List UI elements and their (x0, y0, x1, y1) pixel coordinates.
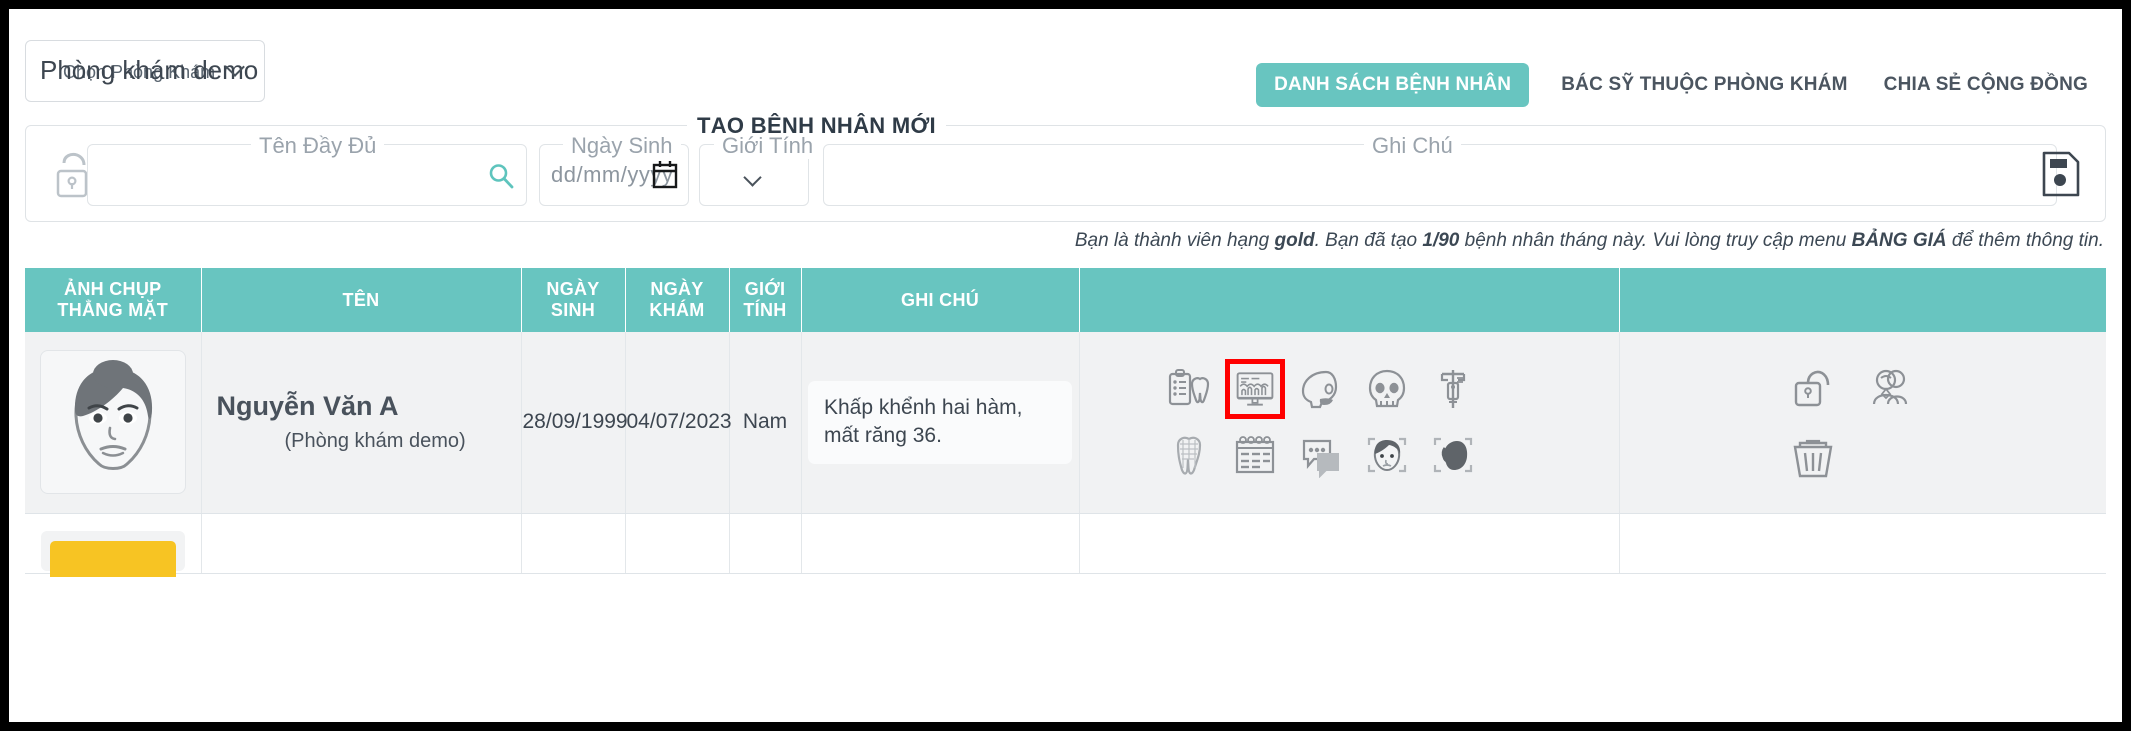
cell-note (801, 513, 1080, 574)
patient-list-app: Chọn Phòng Khám Phòng khám demo DANH SÁC… (9, 9, 2122, 722)
main-nav: DANH SÁCH BỆNH NHÂN BÁC SỸ THUỘC PHÒNG K… (1256, 63, 2106, 107)
note-field[interactable]: Ghi Chú (823, 133, 2057, 206)
unlock-icon[interactable] (1783, 357, 1843, 417)
chevron-down-icon (228, 59, 246, 77)
patient-note: Khấp khểnh hai hàm, mất răng 36. (808, 380, 1072, 464)
quota-menu-link[interactable]: BẢNG GIÁ (1852, 230, 1947, 251)
cell-exam-date: 04/07/2023 (625, 332, 732, 514)
col-header-name: TÊN (201, 268, 522, 332)
cell-name (201, 513, 522, 574)
cell-gender (729, 513, 802, 574)
col-header-photo: ẢNH CHỤP THẲNG MẶT (25, 268, 202, 332)
col-header-exam-date: NGÀY KHÁM (625, 268, 730, 332)
quota-note: Bạn là thành viên hạng gold. Bạn đã tạo … (1075, 230, 2104, 252)
patient-table: ẢNH CHỤP THẲNG MẶT TÊN NGÀY SINH NGÀY KH… (25, 268, 2106, 577)
clinic-selector[interactable]: Chọn Phòng Khám Phòng khám demo (25, 40, 265, 102)
quota-tier: gold (1274, 230, 1315, 251)
col-header-manage (1619, 268, 2106, 332)
manage-icon-grid (1783, 353, 1943, 491)
dental-chart-icon[interactable] (1159, 359, 1219, 419)
cell-note: Khấp khểnh hai hàm, mất răng 36. (801, 332, 1080, 514)
trash-icon[interactable] (1783, 427, 1843, 487)
patient-clinic: (Phòng khám demo) (284, 430, 466, 453)
share-users-icon[interactable] (1861, 357, 1921, 417)
tab-bac-sy-thuoc-phong-kham[interactable]: BÁC SỸ THUỘC PHÒNG KHÁM (1543, 63, 1865, 107)
skull-front-icon[interactable] (1357, 359, 1417, 419)
col-header-birth-date: NGÀY SINH (521, 268, 626, 332)
tab-danh-sach-benh-nhan[interactable]: DANH SÁCH BỆNH NHÂN (1256, 63, 1530, 107)
skull-profile-icon[interactable] (1291, 359, 1351, 419)
col-header-gender: GIỚI TÍNH (729, 268, 802, 332)
action-icon-grid (1159, 353, 1539, 491)
cell-photo[interactable] (25, 513, 202, 577)
col-header-note: GHI CHÚ (801, 268, 1080, 332)
quota-count: 1/90 (1422, 230, 1460, 251)
birth-date-field[interactable]: Ngày Sinh dd/mm/yyyy (539, 133, 689, 206)
table-header-row: ẢNH CHỤP THẲNG MẶT TÊN NGÀY SINH NGÀY KH… (25, 268, 2106, 332)
cell-name: Nguyễn Văn A (Phòng khám demo) (201, 332, 522, 514)
gender-field[interactable]: Giới Tính (699, 133, 822, 206)
gender-label: Giới Tính (714, 133, 822, 159)
patient-face-avatar (40, 531, 185, 577)
birth-date-label: Ngày Sinh (563, 133, 681, 159)
calendar-schedule-icon[interactable] (1225, 425, 1285, 485)
quota-part4: để thêm thông tin. (1946, 230, 2104, 251)
xray-monitor-icon[interactable] (1225, 359, 1285, 420)
save-floppy-icon[interactable] (2039, 148, 2083, 200)
chevron-down-icon[interactable] (746, 171, 764, 185)
table-row[interactable]: Nguyễn Văn A (Phòng khám demo) 28/09/199… (25, 332, 2106, 514)
col-header-actions (1079, 268, 1620, 332)
tooth-3d-icon[interactable] (1159, 425, 1219, 485)
patient-face-avatar (39, 350, 186, 495)
clinic-selector-value: Phòng khám demo (40, 55, 259, 85)
cell-birth-date (521, 513, 626, 574)
cell-birth-date: 28/09/1999 (521, 332, 628, 514)
quota-part1: Bạn là thành viên hạng (1074, 230, 1275, 251)
cell-photo[interactable] (25, 332, 202, 514)
full-name-field[interactable]: Tên Đầy Đủ (87, 133, 527, 206)
note-input[interactable] (838, 145, 2042, 205)
caliper-icon[interactable] (1423, 359, 1483, 419)
patient-name: Nguyễn Văn A (216, 391, 399, 422)
calendar-icon[interactable] (651, 159, 679, 191)
cell-gender: Nam (729, 332, 802, 514)
quota-part2: . Bạn đã tạo (1314, 230, 1423, 251)
full-name-input[interactable] (102, 145, 512, 205)
quota-part3: bệnh nhân tháng này. Vui lòng truy cập m… (1459, 230, 1852, 251)
face-scan-profile-icon[interactable] (1423, 425, 1483, 485)
cell-manage (1619, 332, 2106, 514)
cell-exam-date (625, 513, 730, 574)
status-chip (49, 541, 176, 577)
face-scan-front-icon[interactable] (1357, 425, 1417, 485)
table-row[interactable] (25, 513, 2106, 577)
tab-chia-se-cong-dong[interactable]: CHIA SẺ CỘNG ĐỒNG (1866, 63, 2106, 107)
search-icon[interactable] (486, 161, 516, 191)
create-patient-panel: TẠO BỆNH NHÂN MỚI Tên Đầy Đủ Ngày Sinh d… (25, 113, 2106, 222)
cell-actions (1079, 513, 1620, 574)
cell-actions (1079, 332, 1620, 514)
top-bar: Chọn Phòng Khám Phòng khám demo DANH SÁC… (9, 9, 2122, 117)
cell-manage (1619, 513, 2106, 574)
chat-bubbles-icon[interactable] (1291, 425, 1351, 485)
